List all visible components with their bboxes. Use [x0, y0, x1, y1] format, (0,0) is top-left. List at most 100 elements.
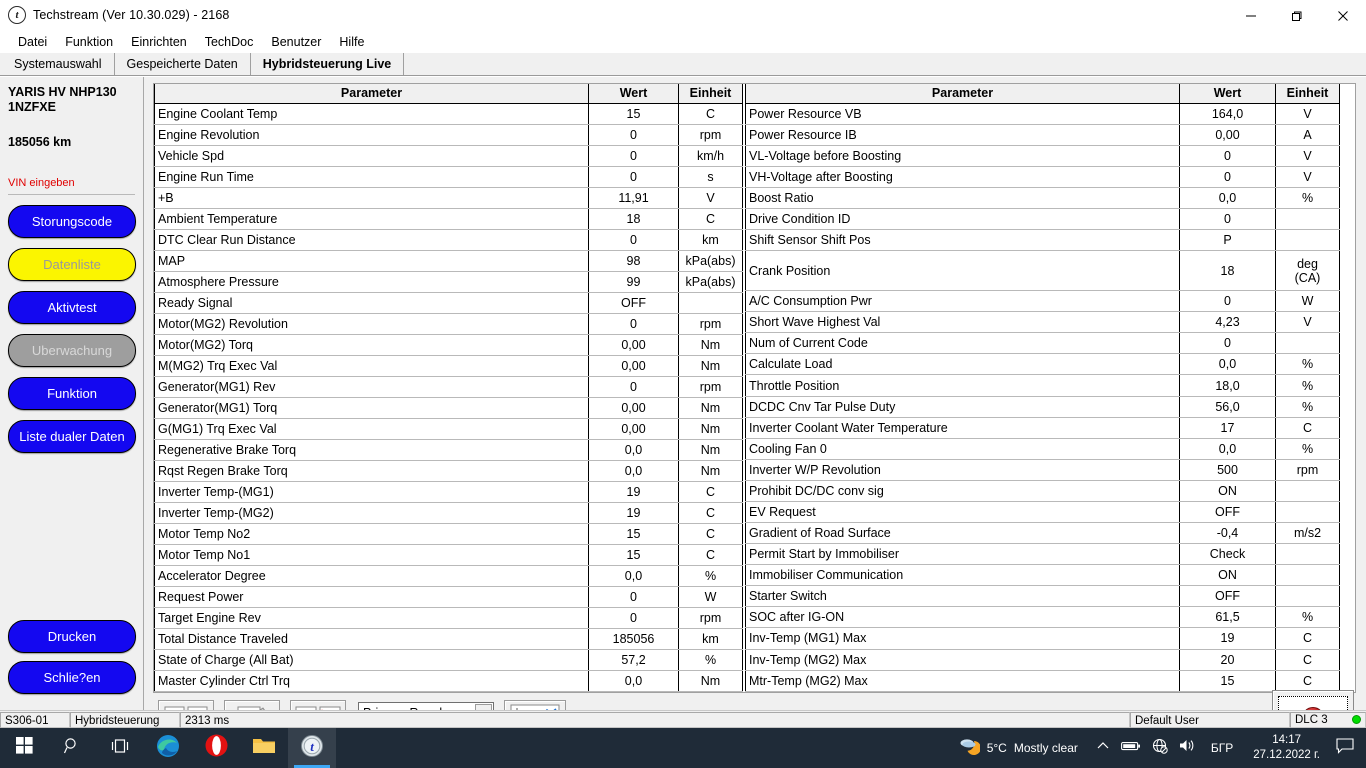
table-row[interactable]: Calculate Load0,0% [746, 354, 1340, 375]
table-row[interactable]: MAP98kPa(abs) [155, 250, 743, 271]
table-row[interactable]: Generator(MG1) Torq0,00Nm [155, 397, 743, 418]
task-view-button[interactable] [96, 728, 144, 768]
table-row[interactable]: Inv-Temp (MG2) Max20C [746, 649, 1340, 670]
table-row[interactable]: A/C Consumption Pwr0W [746, 291, 1340, 312]
close-dialog-button[interactable]: Schlie?en [8, 661, 136, 694]
search-button[interactable] [48, 728, 96, 768]
opera-button[interactable] [192, 728, 240, 768]
table-row[interactable]: Throttle Position18,0% [746, 375, 1340, 396]
table-row[interactable]: Regenerative Brake Torq0,0Nm [155, 439, 743, 460]
sidebar-item-datenliste[interactable]: Datenliste [8, 248, 136, 281]
table-row[interactable]: VH-Voltage after Boosting0V [746, 166, 1340, 187]
table-row[interactable]: State of Charge (All Bat)57,2% [155, 649, 743, 670]
table-row[interactable]: Generator(MG1) Rev0rpm [155, 376, 743, 397]
menu-techdoc[interactable]: TechDoc [196, 34, 263, 50]
table-row[interactable]: Inv-Temp (MG1) Max19C [746, 628, 1340, 649]
table-row[interactable]: Crank Position18deg(CA) [746, 251, 1340, 291]
close-button[interactable] [1320, 0, 1366, 31]
table-row[interactable]: Inverter W/P Revolution500rpm [746, 459, 1340, 480]
column-header-einheit-2[interactable]: Einheit [1276, 84, 1340, 103]
explorer-button[interactable] [240, 728, 288, 768]
table-row[interactable]: +B11,91V [155, 187, 743, 208]
table-row[interactable]: Ambient Temperature18C [155, 208, 743, 229]
table-row[interactable]: DCDC Cnv Tar Pulse Duty56,0% [746, 396, 1340, 417]
maximize-button[interactable] [1274, 0, 1320, 31]
sidebar-item-liste-dualer-daten[interactable]: Liste dualer Daten [8, 420, 136, 453]
table-row[interactable]: Drive Condition ID0 [746, 208, 1340, 229]
tab-gespeicherte-daten[interactable]: Gespeicherte Daten [115, 53, 251, 75]
table-row[interactable]: G(MG1) Trq Exec Val0,00Nm [155, 418, 743, 439]
battery-icon[interactable] [1121, 739, 1141, 757]
table-row[interactable]: Immobiliser CommunicationON [746, 565, 1340, 586]
table-row[interactable]: Permit Start by ImmobiliserCheck [746, 544, 1340, 565]
table-row[interactable]: Inverter Temp-(MG2)19C [155, 502, 743, 523]
table-row[interactable]: Motor Temp No115C [155, 544, 743, 565]
table-row[interactable]: Engine Revolution0rpm [155, 124, 743, 145]
menu-funktion[interactable]: Funktion [56, 34, 122, 50]
sidebar-item-funktion[interactable]: Funktion [8, 377, 136, 410]
table-row[interactable]: Inverter Temp-(MG1)19C [155, 481, 743, 502]
table-row[interactable]: Cooling Fan 00,0% [746, 438, 1340, 459]
column-header-einheit[interactable]: Einheit [679, 84, 743, 103]
table-row[interactable]: Ready SignalOFF [155, 292, 743, 313]
table-row[interactable]: Motor(MG2) Torq0,00Nm [155, 334, 743, 355]
table-row[interactable]: Mtr-Temp (MG2) Max15C [746, 670, 1340, 691]
table-row[interactable]: SOC after IG-ON61,5% [746, 607, 1340, 628]
table-row[interactable]: Starter SwitchOFF [746, 586, 1340, 607]
table-row[interactable]: DTC Clear Run Distance0km [155, 229, 743, 250]
sidebar-item-storungscode[interactable]: Storungscode [8, 205, 136, 238]
table-row[interactable]: Short Wave Highest Val4,23V [746, 312, 1340, 333]
column-header-wert[interactable]: Wert [589, 84, 679, 103]
menu-einrichten[interactable]: Einrichten [122, 34, 196, 50]
table-row[interactable]: Power Resource VB164,0V [746, 103, 1340, 124]
table-row[interactable]: Accelerator Degree0,0% [155, 565, 743, 586]
print-button[interactable]: Drucken [8, 620, 136, 653]
table-row[interactable]: VL-Voltage before Boosting0V [746, 145, 1340, 166]
volume-icon[interactable] [1179, 738, 1196, 758]
edge-button[interactable] [144, 728, 192, 768]
table-row[interactable]: Boost Ratio0,0% [746, 187, 1340, 208]
column-header-parameter-2[interactable]: Parameter [746, 84, 1180, 103]
minimize-button[interactable] [1228, 0, 1274, 31]
table-row[interactable]: Target Engine Rev0rpm [155, 607, 743, 628]
column-header-parameter[interactable]: Parameter [155, 84, 589, 103]
table-row[interactable]: Motor(MG2) Revolution0rpm [155, 313, 743, 334]
table-row[interactable]: Master Cylinder Ctrl Trq0,0Nm [155, 670, 743, 691]
table-row[interactable]: Rqst Regen Brake Torq0,0Nm [155, 460, 743, 481]
table-row[interactable]: Engine Run Time0s [155, 166, 743, 187]
notifications-button[interactable] [1328, 728, 1362, 768]
data-list-panel[interactable]: Parameter Wert Einheit Engine Coolant Te… [153, 83, 1356, 693]
table-row[interactable]: Engine Coolant Temp15C [155, 103, 743, 124]
data-table-right[interactable]: Parameter Wert Einheit Power Resource VB… [745, 84, 1340, 692]
weather-widget[interactable]: 5°C Mostly clear [948, 737, 1088, 760]
sidebar-item-aktivtest[interactable]: Aktivtest [8, 291, 136, 324]
table-row[interactable]: Shift Sensor Shift PosP [746, 229, 1340, 250]
menu-datei[interactable]: Datei [9, 34, 56, 50]
data-table-left[interactable]: Parameter Wert Einheit Engine Coolant Te… [154, 84, 743, 692]
table-row[interactable]: Power Resource IB0,00A [746, 124, 1340, 145]
start-button[interactable] [0, 728, 48, 768]
menu-benutzer[interactable]: Benutzer [262, 34, 330, 50]
cell-unit [1276, 333, 1340, 354]
network-offline-icon[interactable] [1152, 738, 1168, 759]
table-row[interactable]: Atmosphere Pressure99kPa(abs) [155, 271, 743, 292]
language-indicator[interactable]: БГР [1207, 741, 1237, 755]
table-row[interactable]: Total Distance Traveled185056km [155, 628, 743, 649]
table-row[interactable]: Num of Current Code0 [746, 333, 1340, 354]
vin-entry-link[interactable]: VIN eingeben [8, 177, 137, 189]
menu-hilfe[interactable]: Hilfe [330, 34, 373, 50]
tab-systemauswahl[interactable]: Systemauswahl [2, 53, 115, 75]
column-header-wert-2[interactable]: Wert [1180, 84, 1276, 103]
table-row[interactable]: Vehicle Spd0km/h [155, 145, 743, 166]
tab-hybridsteuerung-live[interactable]: Hybridsteuerung Live [251, 53, 405, 75]
table-row[interactable]: Motor Temp No215C [155, 523, 743, 544]
chevron-up-icon[interactable] [1096, 739, 1110, 757]
table-row[interactable]: Prohibit DC/DC conv sigON [746, 480, 1340, 501]
table-row[interactable]: EV RequestOFF [746, 501, 1340, 522]
table-row[interactable]: Gradient of Road Surface-0,4m/s2 [746, 523, 1340, 544]
taskbar-clock[interactable]: 14:17 27.12.2022 г. [1245, 733, 1328, 763]
table-row[interactable]: M(MG2) Trq Exec Val0,00Nm [155, 355, 743, 376]
techstream-button[interactable]: t [288, 728, 336, 768]
table-row[interactable]: Request Power0W [155, 586, 743, 607]
table-row[interactable]: Inverter Coolant Water Temperature17C [746, 417, 1340, 438]
